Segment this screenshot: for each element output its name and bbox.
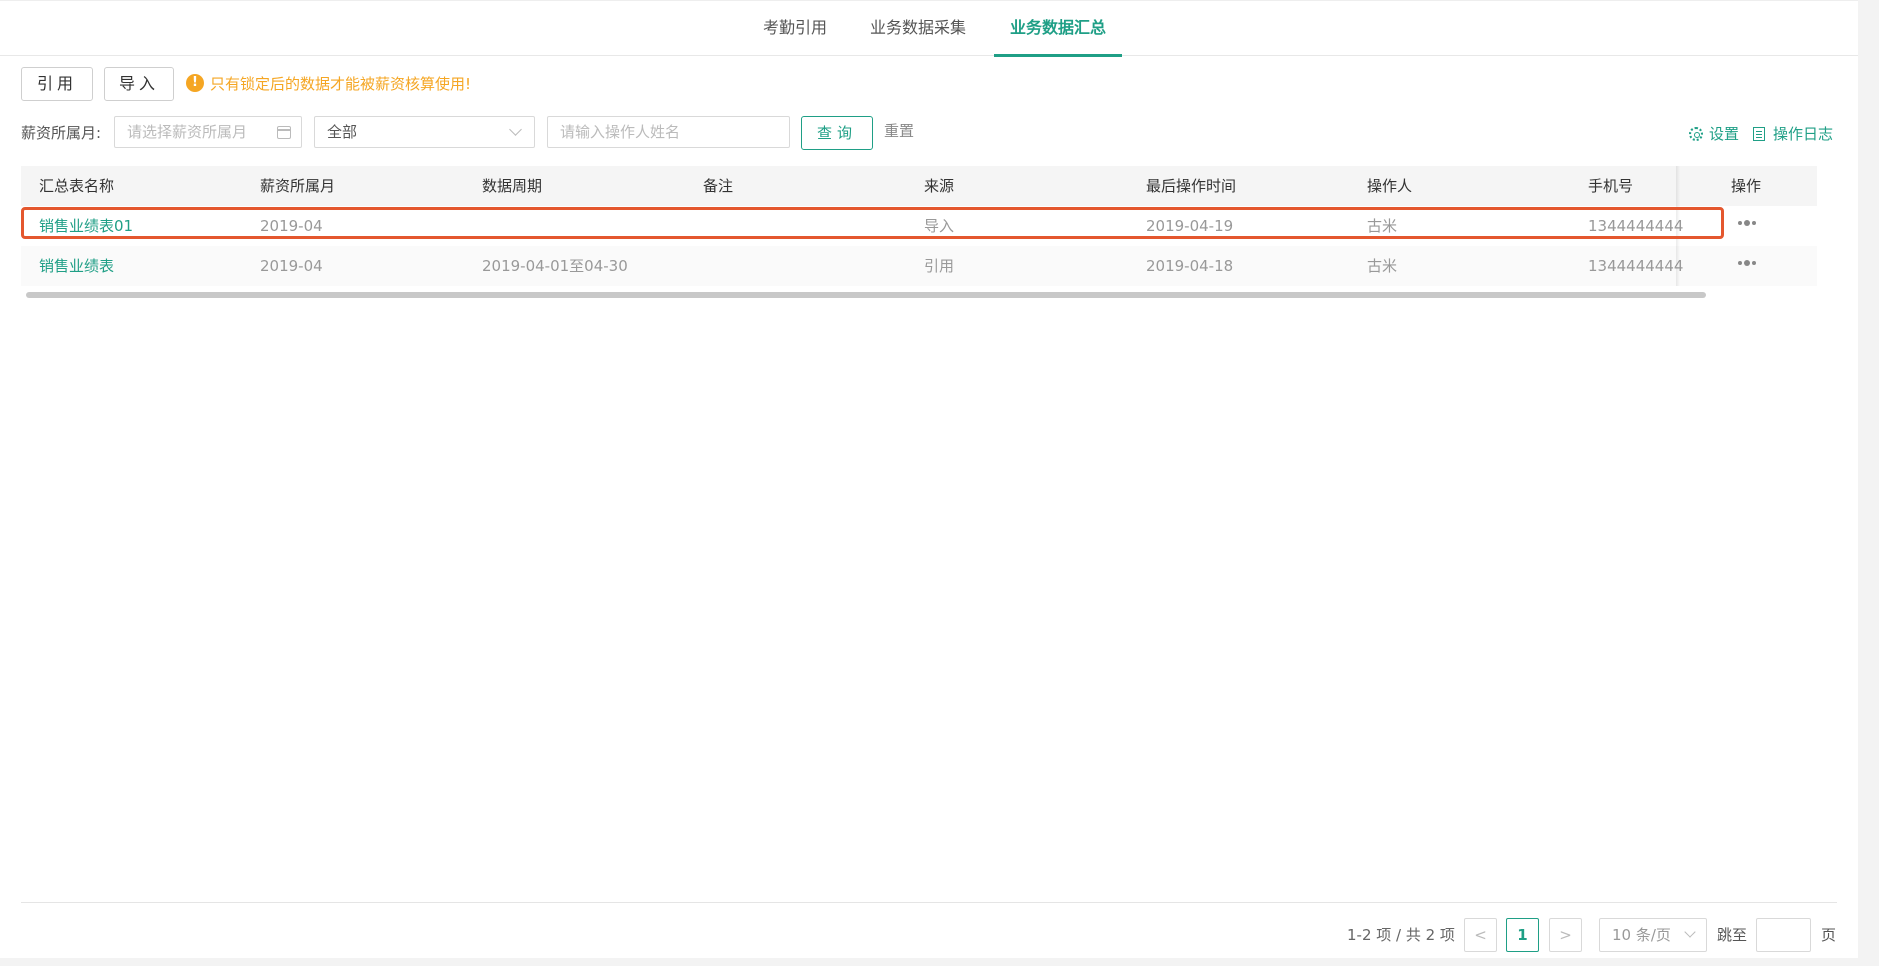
last-operation-time-cell: 2019-04-18 — [1146, 257, 1234, 275]
settings-label: 设置 — [1709, 125, 1740, 143]
summary-name-link[interactable]: 销售业绩表 — [39, 246, 114, 286]
column-source: 来源 — [924, 177, 955, 195]
footer-divider — [21, 902, 1837, 903]
salary-month-placeholder: 请选择薪资所属月 — [127, 123, 248, 141]
settings-link[interactable]: 设置 — [1689, 123, 1739, 144]
tab-business-data-summary[interactable]: 业务数据汇总 — [994, 1, 1122, 57]
column-actions: 操作 — [1731, 177, 1762, 195]
operator-cell: 古米 — [1367, 257, 1398, 275]
column-operator: 操作人 — [1367, 177, 1413, 195]
tab-attendance-reference[interactable]: 考勤引用 — [760, 1, 830, 57]
jump-to-label: 跳至 — [1717, 926, 1748, 944]
salary-month-picker[interactable]: 请选择薪资所属月 — [114, 116, 302, 148]
operator-name-input[interactable]: 请输入操作人姓名 — [547, 116, 790, 148]
more-actions-icon[interactable] — [1738, 260, 1756, 266]
horizontal-scrollbar[interactable] — [26, 292, 1706, 298]
fixed-column-shadow — [1676, 166, 1680, 286]
page-unit-label: 页 — [1821, 926, 1837, 944]
salary-month-cell: 2019-04 — [260, 257, 323, 275]
scope-select[interactable]: 全部 — [314, 116, 535, 148]
source-cell: 引用 — [924, 257, 955, 275]
prev-page-button[interactable]: < — [1464, 918, 1497, 952]
scope-selected-value: 全部 — [327, 123, 358, 141]
phone-cell: 1344444444 — [1588, 217, 1684, 235]
gear-icon — [1689, 126, 1703, 141]
warning-icon: ! — [186, 74, 204, 92]
reference-button[interactable]: 引用 — [21, 67, 93, 101]
table-row: 销售业绩表01 2019-04 导入 2019-04-19 古米 1344444… — [21, 206, 1817, 246]
phone-cell: 1344444444 — [1588, 257, 1684, 275]
lock-notice: ! 只有锁定后的数据才能被薪资核算使用! — [186, 72, 471, 94]
operation-log-label: 操作日志 — [1773, 125, 1834, 143]
page-1-button[interactable]: 1 — [1506, 918, 1539, 952]
pagination-total: 1-2 项 / 共 2 项 — [1347, 926, 1455, 944]
column-summary-name: 汇总表名称 — [39, 177, 115, 195]
table-row: 销售业绩表 2019-04 2019-04-01至04-30 引用 2019-0… — [21, 246, 1817, 286]
calendar-icon — [277, 126, 291, 139]
chevron-down-icon — [1684, 926, 1696, 938]
more-actions-icon[interactable] — [1738, 220, 1756, 226]
next-page-button[interactable]: > — [1549, 918, 1582, 952]
tab-bar: 考勤引用 业务数据采集 业务数据汇总 — [0, 0, 1858, 57]
salary-month-cell: 2019-04 — [260, 217, 323, 235]
chevron-down-icon — [509, 123, 522, 136]
column-data-period: 数据周期 — [482, 177, 543, 195]
data-period-cell: 2019-04-01至04-30 — [482, 257, 628, 275]
tab-business-data-collection[interactable]: 业务数据采集 — [868, 1, 968, 57]
page-size-select[interactable]: 10 条/页 — [1599, 918, 1707, 952]
page-size-value: 10 条/页 — [1612, 926, 1671, 944]
right-gutter — [1858, 0, 1879, 966]
notice-text: 只有锁定后的数据才能被薪资核算使用! — [210, 74, 472, 93]
operator-name-placeholder: 请输入操作人姓名 — [560, 123, 681, 141]
reset-button[interactable]: 重置 — [884, 120, 914, 141]
summary-name-link[interactable]: 销售业绩表01 — [39, 206, 133, 246]
column-phone: 手机号 — [1588, 177, 1634, 195]
operation-log-link[interactable]: 操作日志 — [1753, 123, 1833, 144]
jump-page-input[interactable] — [1756, 918, 1811, 952]
document-icon — [1753, 126, 1765, 141]
table-header: 汇总表名称 薪资所属月 数据周期 备注 来源 最后操作时间 操作人 手机号 操作 — [21, 166, 1817, 206]
import-button[interactable]: 导入 — [104, 67, 174, 101]
last-operation-time-cell: 2019-04-19 — [1146, 217, 1234, 235]
column-remark: 备注 — [703, 177, 734, 195]
operator-cell: 古米 — [1367, 217, 1398, 235]
query-button[interactable]: 查询 — [801, 116, 873, 150]
column-last-operation-time: 最后操作时间 — [1146, 177, 1237, 195]
salary-month-label: 薪资所属月: — [21, 124, 102, 142]
source-cell: 导入 — [924, 217, 955, 235]
column-salary-month: 薪资所属月 — [260, 177, 336, 195]
bottom-gutter — [0, 958, 1879, 966]
